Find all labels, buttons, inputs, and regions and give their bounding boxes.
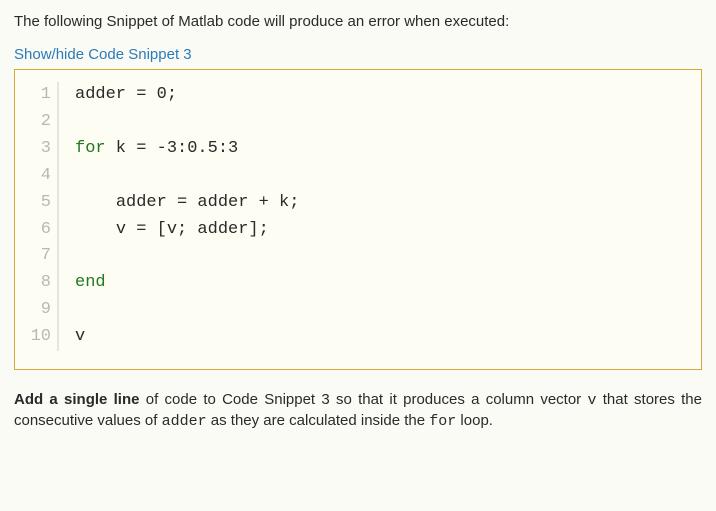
task-part3: as they are calculated inside the [207, 412, 430, 429]
line-number: 4 [29, 163, 57, 190]
task-code-adder: adder [162, 413, 207, 430]
code-text [75, 163, 85, 190]
code-line: 1 adder = 0; [29, 82, 687, 109]
task-part4: loop. [456, 412, 493, 429]
gutter-bar [57, 243, 59, 270]
toggle-code-link[interactable]: Show/hide Code Snippet 3 [14, 46, 192, 63]
intro-text: The following Snippet of Matlab code wil… [14, 12, 702, 32]
task-code-for: for [429, 413, 456, 430]
code-text: adder = 0; [75, 82, 177, 109]
gutter-bar [57, 109, 59, 136]
code-text: v = [v; adder]; [75, 217, 269, 244]
code-text: end [75, 270, 106, 297]
gutter-bar [57, 217, 59, 244]
line-number: 2 [29, 109, 57, 136]
code-line: 10 v [29, 324, 687, 351]
line-number: 6 [29, 217, 57, 244]
code-text: v [75, 324, 85, 351]
gutter-bar [57, 324, 59, 351]
code-block: 1 adder = 0; 2 3 for k = -3:0.5:3 4 5 adder … [29, 82, 687, 351]
task-bold-lead: Add a single line [14, 391, 139, 408]
code-snippet-box: 1 adder = 0; 2 3 for k = -3:0.5:3 4 5 adder … [14, 69, 702, 370]
code-line: 6 v = [v; adder]; [29, 217, 687, 244]
line-number: 10 [29, 324, 57, 351]
line-number: 9 [29, 297, 57, 324]
line-number: 5 [29, 190, 57, 217]
gutter-bar [57, 190, 59, 217]
gutter-bar [57, 82, 59, 109]
gutter-bar [57, 163, 59, 190]
gutter-bar [57, 297, 59, 324]
code-line: 5 adder = adder + k; [29, 190, 687, 217]
line-number: 1 [29, 82, 57, 109]
code-line: 9 [29, 297, 687, 324]
code-line: 8 end [29, 270, 687, 297]
line-number: 8 [29, 270, 57, 297]
gutter-bar [57, 136, 59, 163]
gutter-bar [57, 270, 59, 297]
line-number: 7 [29, 243, 57, 270]
code-line: 7 [29, 243, 687, 270]
task-part1: of code to Code Snippet 3 so that it pro… [139, 391, 587, 408]
code-text [75, 243, 85, 270]
line-number: 3 [29, 136, 57, 163]
code-text [75, 297, 85, 324]
code-line: 4 [29, 163, 687, 190]
code-text [75, 109, 85, 136]
code-line: 3 for k = -3:0.5:3 [29, 136, 687, 163]
code-text: adder = adder + k; [75, 190, 299, 217]
task-text: Add a single line of code to Code Snippe… [14, 390, 702, 433]
code-text: for k = -3:0.5:3 [75, 136, 238, 163]
code-line: 2 [29, 109, 687, 136]
